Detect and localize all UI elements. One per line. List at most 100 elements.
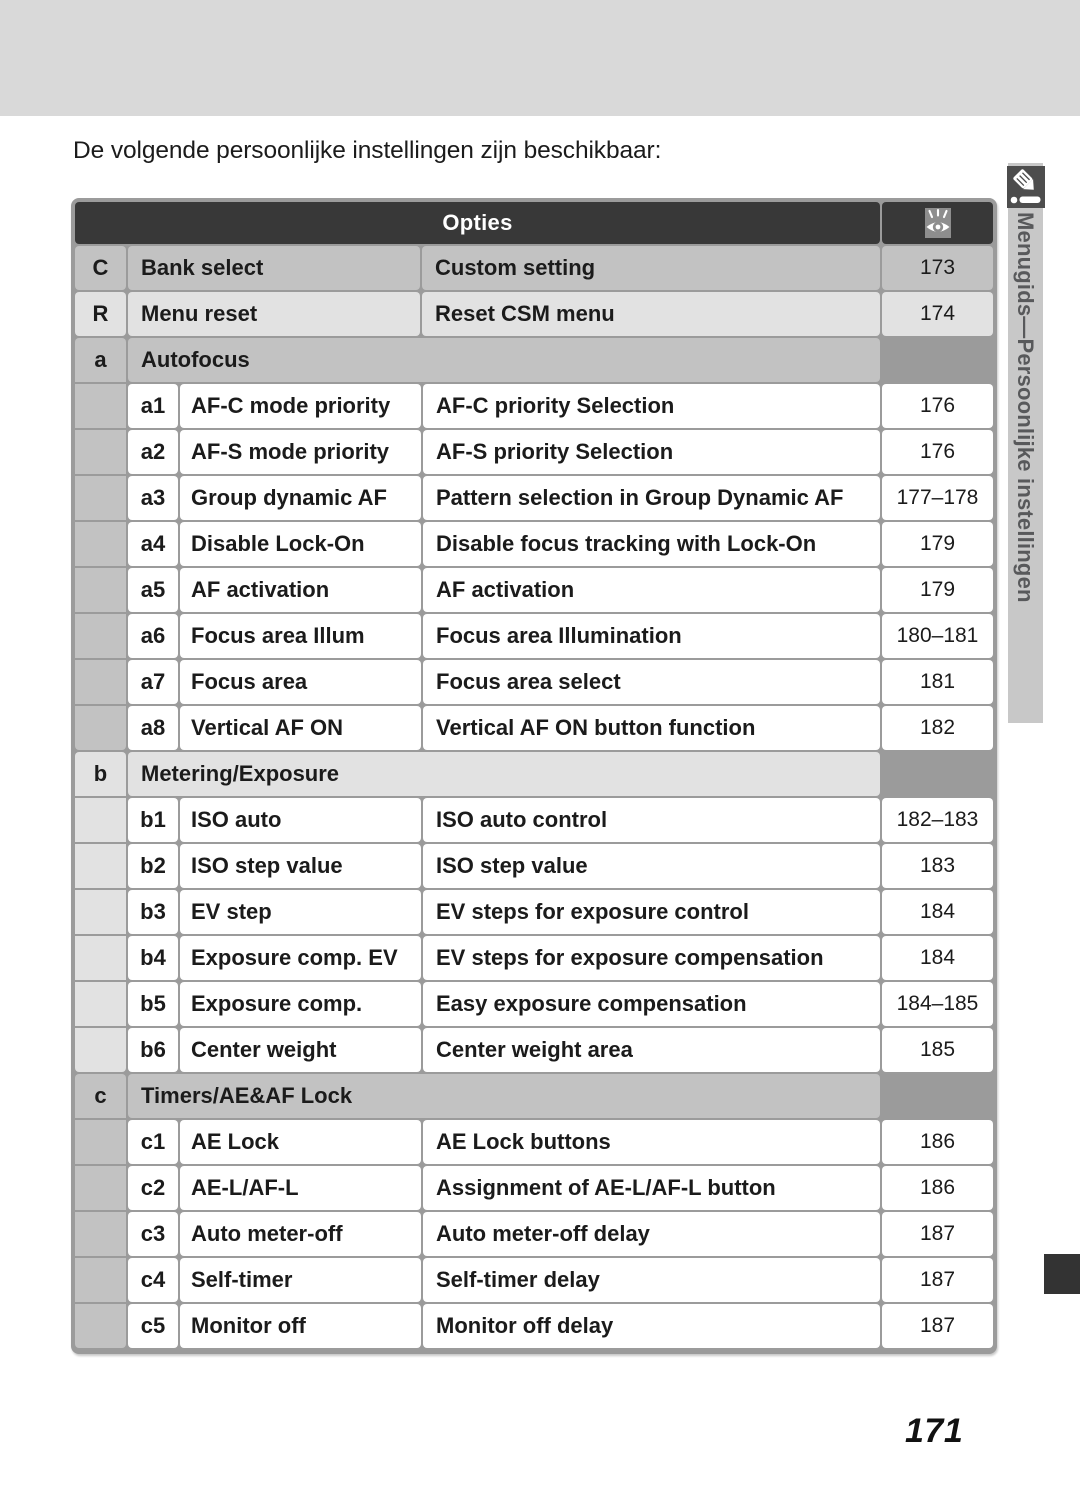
table-row: b2 ISO step value ISO step value 183 [75,844,993,888]
row-page-number: 182 [882,706,993,750]
row-name: Menu reset [128,292,420,336]
custom-settings-table: Opties C Bank select Custom setting 173 R Men… [71,198,997,1354]
row-page-number: 182–183 [882,798,993,842]
table-row: b5 Exposure comp. Easy exposure compensati… [75,982,993,1026]
row-page-number: 176 [882,384,993,428]
section-gutter [75,522,126,566]
page-number: 171 [905,1412,964,1450]
row-description: ISO step value [423,844,880,888]
table-row: a6 Focus area Illum Focus area Illuminatio… [75,614,993,658]
row-description: Monitor off delay [423,1304,880,1348]
table-row: a1 AF-C mode priority AF-C priority Select… [75,384,993,428]
row-page-number: 184 [882,936,993,980]
table-row: c1 AE Lock AE Lock buttons 186 [75,1120,993,1164]
row-name: Focus area Illum [180,614,421,658]
section-gutter [75,982,126,1026]
table-row: b1 ISO auto ISO auto control 182–183 [75,798,993,842]
row-page-number: 181 [882,660,993,704]
row-name: ISO auto [180,798,421,842]
row-code: b5 [128,982,178,1026]
column-header-options: Opties [75,202,880,244]
row-name: Auto meter-off [180,1212,421,1256]
section-gutter [75,1258,126,1302]
sidebar-tab-label: Menugids—Persoonlijke instellingen [1008,212,1043,717]
section-gutter [75,614,126,658]
row-description: AF-C priority Selection [423,384,880,428]
pencil-icon [1007,166,1045,208]
section-header-row: b Metering/Exposure [75,752,993,796]
row-page-number: 173 [882,246,993,290]
row-page-number: 186 [882,1120,993,1164]
row-code: b2 [128,844,178,888]
row-name: ISO step value [180,844,421,888]
row-description: Pattern selection in Group Dynamic AF [423,476,880,520]
table-row: a3 Group dynamic AF Pattern selection in G… [75,476,993,520]
row-code: a7 [128,660,178,704]
row-code: a2 [128,430,178,474]
row-name: Bank select [128,246,420,290]
section-header-row: c Timers/AE&AF Lock [75,1074,993,1118]
section-page-spacer [882,1074,993,1118]
row-page-number: 183 [882,844,993,888]
table-section-a: a Autofocus a1 AF-C mode priority AF-C prior… [75,338,993,750]
row-description: Center weight area [423,1028,880,1072]
row-page-number: 179 [882,568,993,612]
row-code: a3 [128,476,178,520]
row-code: c1 [128,1120,178,1164]
section-code: a [75,338,126,382]
row-name: Exposure comp. [180,982,421,1026]
row-name: Exposure comp. EV [180,936,421,980]
table-row: c2 AE-L/AF-L Assignment of AE-L/AF-L butto… [75,1166,993,1210]
table-row: c5 Monitor off Monitor off delay 187 [75,1304,993,1348]
table-row: c3 Auto meter-off Auto meter-off delay 187 [75,1212,993,1256]
row-name: Group dynamic AF [180,476,421,520]
section-title: Metering/Exposure [128,752,880,796]
section-code: b [75,752,126,796]
row-code: b6 [128,1028,178,1072]
row-code: a6 [128,614,178,658]
section-gutter [75,1304,126,1348]
row-description: Custom setting [422,246,880,290]
row-name: Focus area [180,660,421,704]
table-row: R Menu reset Reset CSM menu 174 [75,292,993,336]
section-page-spacer [882,752,993,796]
row-code: a5 [128,568,178,612]
row-code: C [75,246,126,290]
eye-reference-icon [882,202,993,244]
row-description: Disable focus tracking with Lock-On [423,522,880,566]
row-description: ISO auto control [423,798,880,842]
row-code: b3 [128,890,178,934]
table-header-row: Opties [75,202,993,244]
row-code: b4 [128,936,178,980]
section-gutter [75,890,126,934]
row-name: Vertical AF ON [180,706,421,750]
row-description: AE Lock buttons [423,1120,880,1164]
row-name: Self-timer [180,1258,421,1302]
section-gutter [75,936,126,980]
section-gutter [75,430,126,474]
section-gutter [75,476,126,520]
section-gutter [75,798,126,842]
row-name: Monitor off [180,1304,421,1348]
row-name: Center weight [180,1028,421,1072]
table-row: b6 Center weight Center weight area 185 [75,1028,993,1072]
row-description: AF-S priority Selection [423,430,880,474]
row-description: Reset CSM menu [422,292,880,336]
row-page-number: 177–178 [882,476,993,520]
row-page-number: 187 [882,1258,993,1302]
section-gutter [75,660,126,704]
table-row: b4 Exposure comp. EV EV steps for exposure… [75,936,993,980]
row-description: Focus area Illumination [423,614,880,658]
section-gutter [75,1212,126,1256]
section-gutter [75,1120,126,1164]
section-title: Autofocus [128,338,880,382]
table-row: a8 Vertical AF ON Vertical AF ON button fu… [75,706,993,750]
row-name: AE Lock [180,1120,421,1164]
table-row: a2 AF-S mode priority AF-S priority Select… [75,430,993,474]
row-description: Assignment of AE-L/AF-L button [423,1166,880,1210]
section-gutter [75,1166,126,1210]
row-page-number: 179 [882,522,993,566]
intro-text: De volgende persoonlijke instellingen zi… [73,137,662,164]
row-description: Auto meter-off delay [423,1212,880,1256]
row-description: Vertical AF ON button function [423,706,880,750]
